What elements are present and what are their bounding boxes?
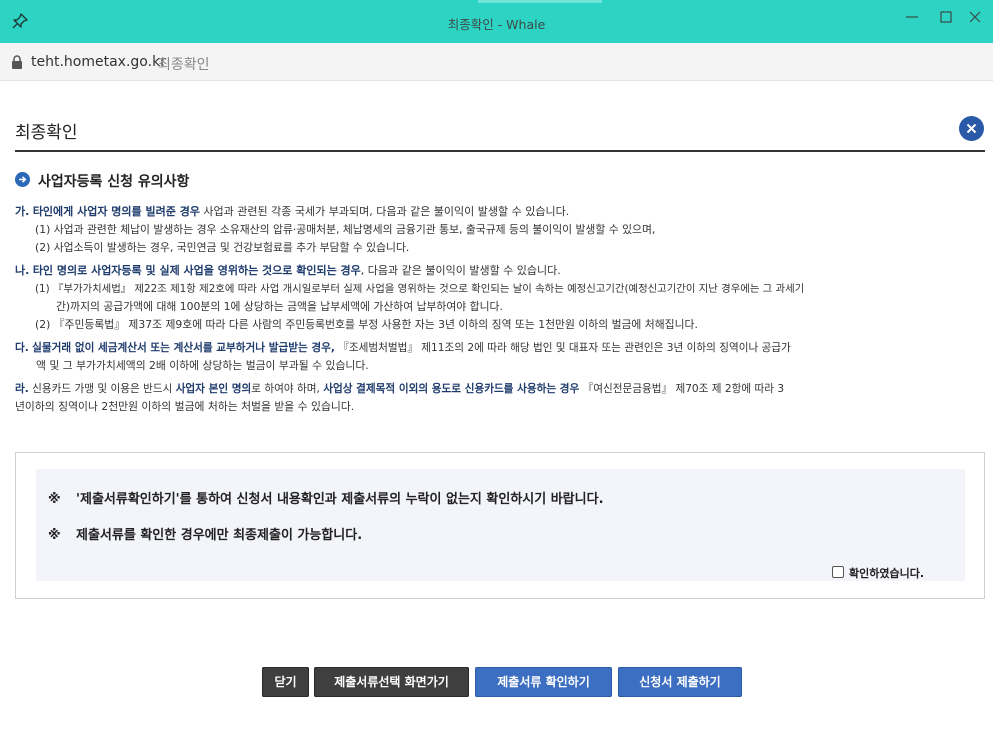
notice-ra-line2: 년이하의 징역이나 2천만원 이하의 벌금에 처하는 처벌을 받을 수 있습니다… — [15, 400, 355, 413]
window-titlebar: 최종확인 - Whale — [0, 0, 993, 43]
address-page-title: 최종확인 — [158, 57, 210, 73]
notice-na-sub1a: (1) 『부가가치세법』 제22조 제1항 제2호에 따라 사업 개시일로부터 … — [35, 283, 805, 295]
notice-na-sub2: (2) 『주민등록법』 제37조 제9호에 따라 다른 사람의 주민등록번호를 … — [35, 318, 698, 331]
address-bar: teht.hometax.go.kr 최종확인 — [0, 43, 993, 81]
notice-marker: 다. — [15, 342, 29, 354]
window-title: 최종확인 - Whale — [447, 17, 546, 32]
page-title: 최종확인 — [15, 123, 78, 143]
check-docs-button[interactable]: 제출서류 확인하기 — [475, 667, 612, 697]
note-mark: ※ — [48, 528, 61, 543]
notice-ga-sub1: (1) 사업과 관련한 체납이 발생하는 경우 소유재산의 압류·공매처분, 체… — [35, 223, 656, 236]
notice-da-line2: 액 및 그 부가가치세액의 2배 이하에 상당하는 벌금이 부과될 수 있습니다… — [36, 359, 369, 372]
confirm-text-2: 제출서류를 확인한 경우에만 최종제출이 가능합니다. — [76, 528, 363, 543]
header-divider — [15, 150, 985, 152]
notice-text: 로 하여야 하며, — [251, 383, 324, 395]
notice-marker: 가. — [15, 205, 30, 218]
confirm-panel: ※ '제출서류확인하기'를 통하여 신청서 내용확인과 제출서류의 누락이 없는지… — [15, 452, 985, 599]
maximize-icon[interactable] — [937, 8, 955, 26]
notice-ga-sub2: (2) 사업소득이 발생하는 경우, 국민연금 및 건강보험료를 추가 부담할 … — [35, 241, 410, 254]
confirm-inner: ※ '제출서류확인하기'를 통하여 신청서 내용확인과 제출서류의 누락이 없는지… — [36, 469, 965, 581]
notice-text: , 다음과 같은 불이익이 발생할 수 있습니다. — [360, 264, 561, 277]
notice-na: 나. 타인 명의로 사업자등록 및 실제 사업을 영위하는 것으로 확인되는 경… — [15, 262, 561, 280]
confirm-checkbox[interactable] — [832, 566, 844, 578]
submit-application-button[interactable]: 신청서 제출하기 — [618, 667, 742, 697]
arrow-circle-icon — [15, 172, 30, 187]
confirm-text-1: '제출서류확인하기'를 통하여 신청서 내용확인과 제출서류의 누락이 없는지 … — [76, 492, 604, 507]
lock-icon — [12, 55, 22, 69]
notice-bold: 사업상 결제목적 이외의 용도로 신용카드를 사용하는 경우 — [323, 383, 580, 395]
url-text[interactable]: teht.hometax.go.kr — [31, 54, 166, 70]
close-icon — [966, 123, 977, 134]
confirm-line-2: ※ 제출서류를 확인한 경우에만 최종제출이 가능합니다. — [48, 524, 362, 543]
minimize-icon[interactable] — [903, 8, 921, 26]
section-title: 사업자등록 신청 유의사항 — [38, 174, 190, 190]
notice-na-sub1b: 간)까지의 공급가액에 대해 100분의 1에 상당하는 금액을 납부세액에 가… — [56, 300, 503, 313]
close-button[interactable]: 닫기 — [262, 667, 309, 697]
close-dialog-button[interactable] — [959, 116, 984, 141]
confirm-line-1: ※ '제출서류확인하기'를 통하여 신청서 내용확인과 제출서류의 누락이 없는지… — [48, 488, 604, 507]
notice-text: 『조세범처벌법』 제11조의 2에 따라 해당 법인 및 대표자 또는 관련인은… — [334, 342, 791, 354]
notice-ga: 가. 타인에게 사업자 명의를 빌려준 경우 사업과 관련된 각종 국세가 부과… — [15, 203, 569, 221]
notice-lead: 타인에게 사업자 명의를 빌려준 경우 — [32, 205, 200, 218]
notice-text: 신용카드 가맹 및 이용은 반드시 — [28, 383, 176, 395]
confirm-checkbox-label[interactable]: 확인하였습니다. — [849, 565, 924, 581]
notice-da: 다. 실물거래 없이 세금계산서 또는 계산서를 교부하거나 발급받는 경우, … — [15, 339, 791, 357]
window-close-icon[interactable] — [966, 8, 984, 26]
notice-ra: 라. 신용카드 가맹 및 이용은 반드시 사업자 본인 명의로 하여야 하며, … — [15, 380, 784, 398]
note-mark: ※ — [48, 492, 61, 507]
notice-text: 사업과 관련된 각종 국세가 부과되며, 다음과 같은 불이익이 발생할 수 있… — [199, 205, 570, 218]
tab-indicator — [478, 0, 602, 3]
notice-lead: 타인 명의로 사업자등록 및 실제 사업을 영위하는 것으로 확인되는 경우 — [32, 264, 361, 277]
notice-bold: 사업자 본인 명의 — [175, 383, 252, 395]
notice-marker: 라. — [15, 383, 29, 395]
notice-text: 『여신전문금융법』 제70조 제 2항에 따라 3 — [579, 383, 785, 395]
notice-lead: 실물거래 없이 세금계산서 또는 계산서를 교부하거나 발급받는 경우, — [32, 342, 335, 354]
notice-marker: 나. — [15, 264, 30, 277]
goto-select-docs-button[interactable]: 제출서류선택 화면가기 — [314, 667, 469, 697]
